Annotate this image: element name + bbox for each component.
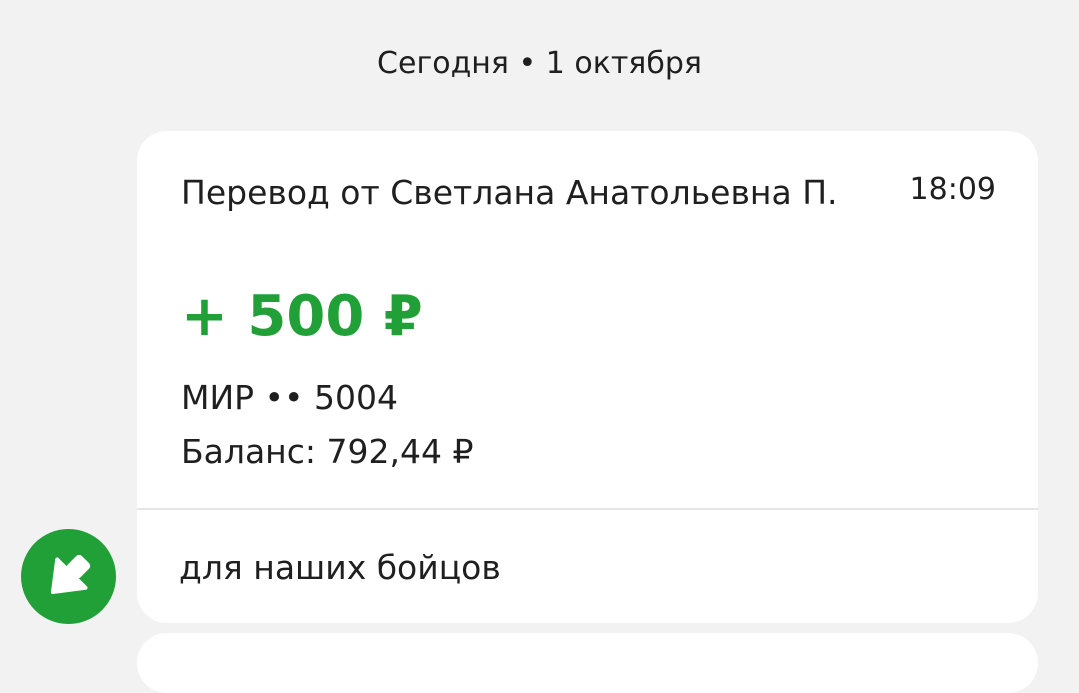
account-balance: Баланс: 792,44 ₽: [181, 432, 474, 471]
arrow-down-left-icon: [50, 554, 91, 595]
transaction-title: Перевод от Светлана Анатольевна П.: [181, 173, 838, 212]
date-header: Сегодня • 1 октября: [377, 46, 702, 81]
transaction-card[interactable]: Перевод от Светлана Анатольевна П. 18:09…: [137, 131, 1038, 623]
next-transaction-card[interactable]: [137, 633, 1038, 693]
transaction-time: 18:09: [909, 172, 996, 207]
card-account: МИР •• 5004: [181, 378, 398, 417]
transaction-amount: + 500 ₽: [181, 284, 423, 349]
transaction-comment: для наших бойцов: [179, 548, 501, 587]
divider: [137, 508, 1038, 510]
incoming-transfer-avatar: [21, 529, 116, 624]
